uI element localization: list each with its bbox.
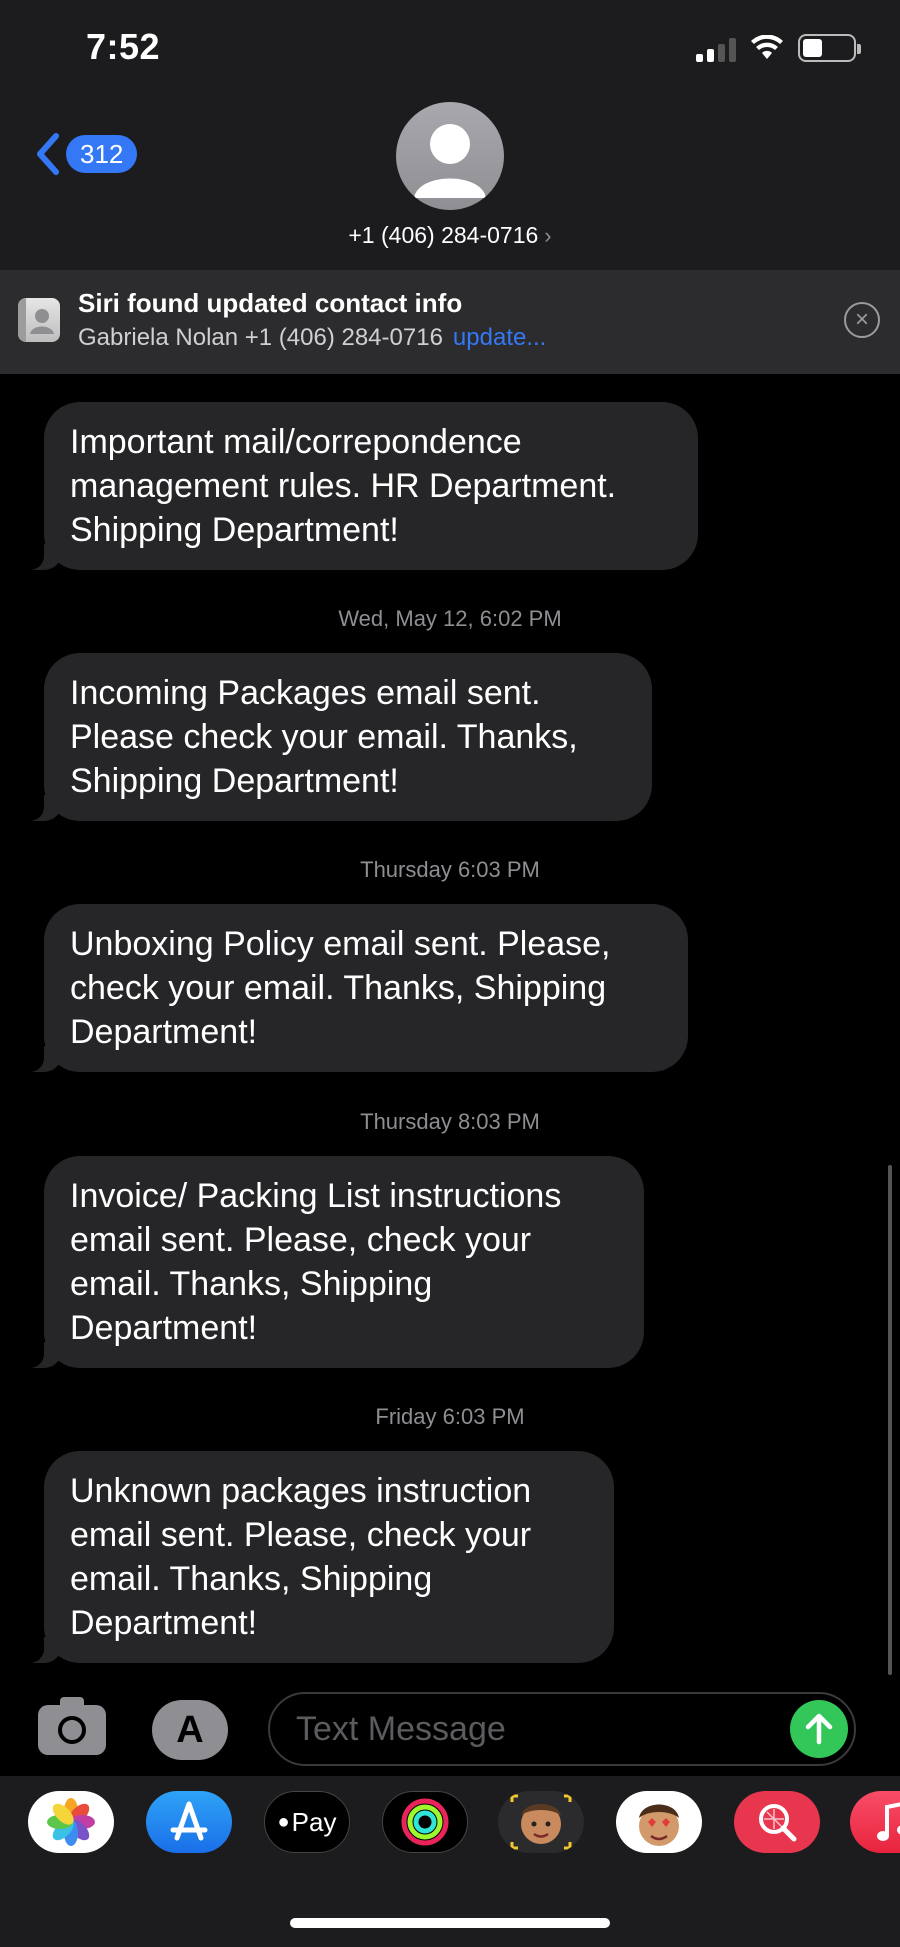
message-bubble[interactable]: Unboxing Policy email sent. Please, chec… <box>22 904 688 1072</box>
message-text: Unboxing Policy email sent. Please, chec… <box>70 925 611 1051</box>
chevron-left-icon <box>37 133 59 175</box>
message-text: Important mail/correpondence management … <box>70 423 617 549</box>
scroll-indicator[interactable] <box>888 1165 892 1675</box>
message-timestamp: Thursday 6:03 PM <box>360 857 540 882</box>
arrow-up-icon <box>805 1713 833 1745</box>
send-button[interactable] <box>790 1700 848 1758</box>
message-timestamp: Thursday 8:03 PM <box>360 1109 540 1134</box>
message-text: Unknown packages instruction email sent.… <box>70 1472 532 1642</box>
apple-pay-label: Pay <box>291 1806 337 1837</box>
status-icons <box>696 34 861 62</box>
siri-subtitle: Gabriela Nolan +1 (406) 284-0716 update..… <box>78 324 546 352</box>
contact-avatar[interactable] <box>396 102 504 210</box>
message-bubble[interactable]: Important mail/correpondence management … <box>22 402 698 570</box>
contact-number: +1 (406) 284-0716 <box>348 222 539 248</box>
status-time: 7:52 <box>86 26 161 67</box>
dismiss-siri-button[interactable]: × <box>844 302 880 338</box>
close-icon: × <box>854 306 869 333</box>
cellular-signal-icon <box>696 34 736 62</box>
message-text: Invoice/ Packing List instructions email… <box>70 1177 562 1347</box>
message-timestamp: Wed, May 12, 6:02 PM <box>338 606 562 631</box>
message-bubble[interactable]: Invoice/ Packing List instructions email… <box>22 1156 644 1368</box>
messages-screen: 7:52 312 +1 (406) 284-0716 › Siri found … <box>0 0 900 1947</box>
back-button[interactable]: 312 <box>34 132 138 176</box>
app-store-icon[interactable] <box>146 1791 232 1853</box>
contact-details-button[interactable]: +1 (406) 284-0716 › <box>0 222 900 249</box>
memoji-icon[interactable] <box>498 1791 584 1853</box>
app-store-button[interactable]: A <box>152 1700 228 1760</box>
siri-contact-info: Gabriela Nolan +1 (406) 284-0716 <box>78 324 443 351</box>
message-bubble[interactable]: Incoming Packages email sent. Please che… <box>22 653 652 821</box>
battery-icon <box>798 34 861 62</box>
app-store-glyph-icon: A <box>176 1708 204 1751</box>
contacts-icon <box>18 298 60 342</box>
message-timestamp: Friday 6:03 PM <box>375 1404 525 1429</box>
wifi-icon <box>751 35 783 59</box>
camera-icon <box>58 1716 86 1744</box>
activity-icon[interactable] <box>382 1791 468 1853</box>
person-icon <box>414 124 486 198</box>
update-link[interactable]: update... <box>453 324 546 351</box>
message-bubble[interactable]: Unknown packages instruction email sent.… <box>22 1451 614 1663</box>
photos-icon[interactable] <box>28 1791 114 1853</box>
message-input-field[interactable] <box>268 1692 856 1766</box>
home-indicator[interactable] <box>290 1918 610 1928</box>
apple-pay-icon[interactable]: ● Pay <box>264 1791 350 1853</box>
message-input[interactable] <box>296 1709 756 1749</box>
message-text: Incoming Packages email sent. Please che… <box>70 674 578 800</box>
siri-suggestion-banner[interactable]: Siri found updated contact info Gabriela… <box>0 270 900 374</box>
camera-button[interactable] <box>38 1697 106 1755</box>
unread-count-badge: 312 <box>66 135 138 173</box>
chevron-right-icon: › <box>544 223 552 248</box>
siri-title: Siri found updated contact info <box>78 288 463 318</box>
search-images-icon[interactable] <box>734 1791 820 1853</box>
conversation-header: 7:52 312 +1 (406) 284-0716 › <box>0 0 900 270</box>
animoji-icon[interactable] <box>616 1791 702 1853</box>
